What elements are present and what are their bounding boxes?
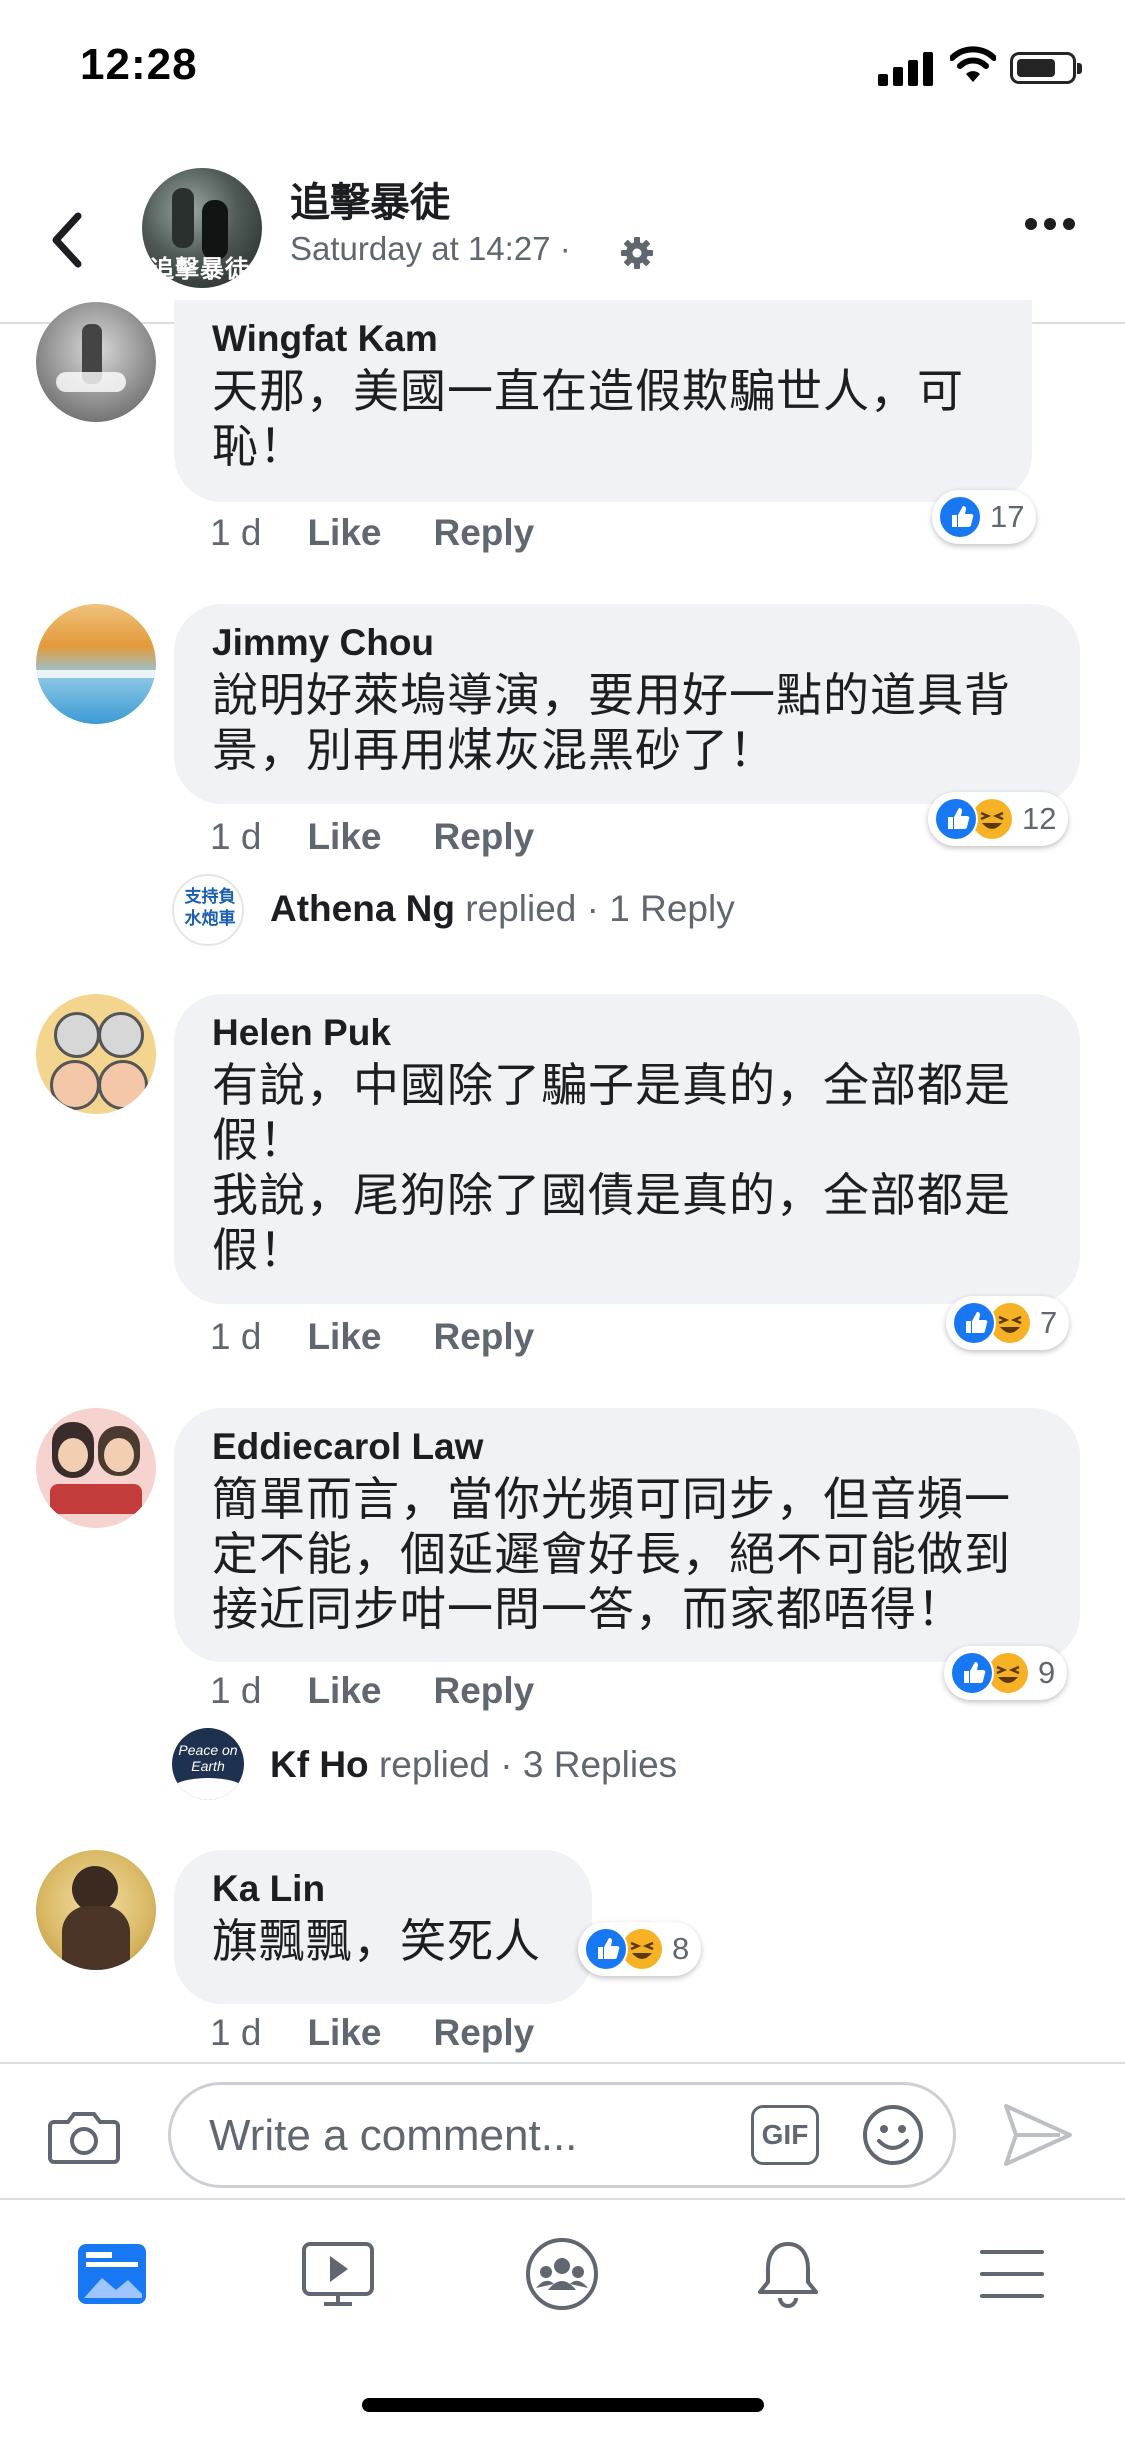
camera-icon[interactable] <box>48 2108 120 2166</box>
reaction-summary[interactable]: 7 <box>946 1296 1070 1350</box>
comment-bubble[interactable]: Eddiecarol Law 簡單而言，當你光頻可同步，但音頻一 定不能，個延遲… <box>174 1408 1080 1662</box>
comment-text: 說明好萊塢導演，要用好一點的道具背 景，別再用煤灰混黑砂了！ <box>212 669 1011 776</box>
reply-avatar-text: 支持負 水炮車 <box>184 887 236 928</box>
like-reaction-icon <box>938 495 982 539</box>
reaction-count: 9 <box>1038 1655 1056 1690</box>
comment-bubble[interactable]: Ka Lin 旗飄飄，笑死人 <box>174 1850 592 2004</box>
reaction-count: 17 <box>990 499 1025 534</box>
reply-button[interactable]: Reply <box>433 1670 534 1711</box>
reaction-summary[interactable]: 12 <box>928 792 1069 846</box>
like-reaction-icon <box>584 1927 628 1971</box>
comment-input-placeholder: Write a comment... <box>209 2111 578 2160</box>
reply-button[interactable]: Reply <box>433 512 534 553</box>
comment-bubble[interactable]: Wingfat Kam 天那，美國一直在造假欺騙世人，可 恥！ <box>174 300 1032 502</box>
reply-button[interactable]: Reply <box>433 2012 534 2053</box>
post-timestamp: Saturday at 14:27 · <box>290 230 571 267</box>
back-arrow-icon[interactable] <box>48 210 88 270</box>
like-button[interactable]: Like <box>307 512 381 553</box>
like-button[interactable]: Like <box>307 1316 381 1357</box>
like-button[interactable]: Like <box>307 1670 381 1711</box>
page-name[interactable]: 追擊暴徒 <box>290 170 450 228</box>
comment-input[interactable]: Write a comment... GIF <box>168 2082 956 2188</box>
reply-avatar-text: Peace on Earth <box>178 1742 238 1774</box>
commenter-avatar[interactable] <box>36 604 156 724</box>
commenter-avatar[interactable] <box>36 994 156 1114</box>
more-options-icon[interactable] <box>1025 218 1075 238</box>
comment-text: 簡單而言，當你光頻可同步，但音頻一 定不能，個延遲會好長，絕不可能做到 接近同步… <box>212 1473 1011 1635</box>
reply-verb: replied <box>378 1744 491 1785</box>
commenter-avatar[interactable] <box>36 302 156 422</box>
reply-author: Athena Ng <box>270 888 455 929</box>
page-avatar-text: 追擊暴徒 <box>150 256 250 283</box>
reaction-summary[interactable]: 8 <box>578 1922 702 1976</box>
comment-actions: 1 d Like Reply <box>210 1670 534 1712</box>
comment-text: 天那，美國一直在造假欺騙世人，可 恥！ <box>212 365 964 472</box>
commenter-name[interactable]: Ka Lin <box>212 1868 554 1910</box>
reaction-count: 8 <box>672 1931 690 1966</box>
comment-actions: 1 d Like Reply <box>210 2012 534 2054</box>
comment-time: 1 d <box>210 512 262 553</box>
commenter-name[interactable]: Helen Puk <box>212 1012 1042 1054</box>
reply-count: · 1 Reply <box>586 888 735 929</box>
like-reaction-icon <box>934 797 978 841</box>
wifi-icon <box>950 46 996 82</box>
comment-actions: 1 d Like Reply <box>210 816 534 858</box>
commenter-name[interactable]: Jimmy Chou <box>212 622 1042 664</box>
page-avatar[interactable]: 追擊暴徒 <box>142 168 262 288</box>
like-reaction-icon <box>952 1301 996 1345</box>
status-time: 12:28 <box>80 40 198 89</box>
commenter-avatar[interactable] <box>36 1408 156 1528</box>
commenter-avatar[interactable] <box>36 1850 156 1970</box>
gif-button[interactable]: GIF <box>751 2105 819 2165</box>
commenter-name[interactable]: Wingfat Kam <box>212 318 994 360</box>
gear-icon <box>621 237 653 269</box>
comment-bubble[interactable]: Helen Puk 有說，中國除了騙子是真的，全部都是 假！ 我說，尾狗除了國債… <box>174 994 1080 1304</box>
comment-bubble[interactable]: Jimmy Chou 說明好萊塢導演，要用好一點的道具背 景，別再用煤灰混黑砂了… <box>174 604 1080 804</box>
comment-text: 有說，中國除了騙子是真的，全部都是 假！ 我說，尾狗除了國債是真的，全部都是 假… <box>212 1059 1011 1276</box>
cellular-signal-icon <box>878 50 934 86</box>
like-button[interactable]: Like <box>307 2012 381 2053</box>
reply-button[interactable]: Reply <box>433 1316 534 1357</box>
like-reaction-icon <box>950 1651 994 1695</box>
reply-avatar[interactable]: 支持負 水炮車 <box>172 874 244 946</box>
comment-actions: 1 d Like Reply <box>210 512 534 554</box>
watch-tab-icon[interactable] <box>298 2234 378 2314</box>
reaction-summary[interactable]: 17 <box>932 490 1037 544</box>
reply-author: Kf Ho <box>270 1744 369 1785</box>
battery-icon <box>1010 52 1082 84</box>
reply-preview[interactable]: Kf Ho replied · 3 Replies <box>270 1744 677 1786</box>
reply-count: · 3 Replies <box>500 1744 678 1785</box>
reaction-summary[interactable]: 9 <box>944 1646 1068 1700</box>
groups-tab-icon[interactable] <box>522 2234 602 2314</box>
like-button[interactable]: Like <box>307 816 381 857</box>
comment-time: 1 d <box>210 1670 262 1711</box>
comment-time: 1 d <box>210 816 262 857</box>
notifications-bell-icon[interactable] <box>748 2234 828 2314</box>
home-indicator <box>362 2398 764 2412</box>
comment-time: 1 d <box>210 1316 262 1357</box>
send-icon[interactable] <box>1000 2100 1076 2170</box>
commenter-name[interactable]: Eddiecarol Law <box>212 1426 1042 1468</box>
sticker-emoji-icon[interactable] <box>861 2103 925 2167</box>
comment-time: 1 d <box>210 2012 262 2053</box>
reply-avatar[interactable]: Peace on Earth <box>172 1728 244 1800</box>
reply-preview[interactable]: Athena Ng replied · 1 Reply <box>270 888 735 930</box>
news-feed-tab-icon[interactable] <box>72 2234 152 2314</box>
reply-button[interactable]: Reply <box>433 816 534 857</box>
comment-text: 旗飄飄，笑死人 <box>212 1915 541 1967</box>
reaction-count: 12 <box>1022 801 1057 836</box>
menu-hamburger-icon[interactable] <box>972 2234 1052 2314</box>
comment-composer: Write a comment... GIF <box>0 2062 1125 2200</box>
reply-verb: replied <box>465 888 577 929</box>
comment-actions: 1 d Like Reply <box>210 1316 534 1358</box>
reaction-count: 7 <box>1040 1305 1058 1340</box>
